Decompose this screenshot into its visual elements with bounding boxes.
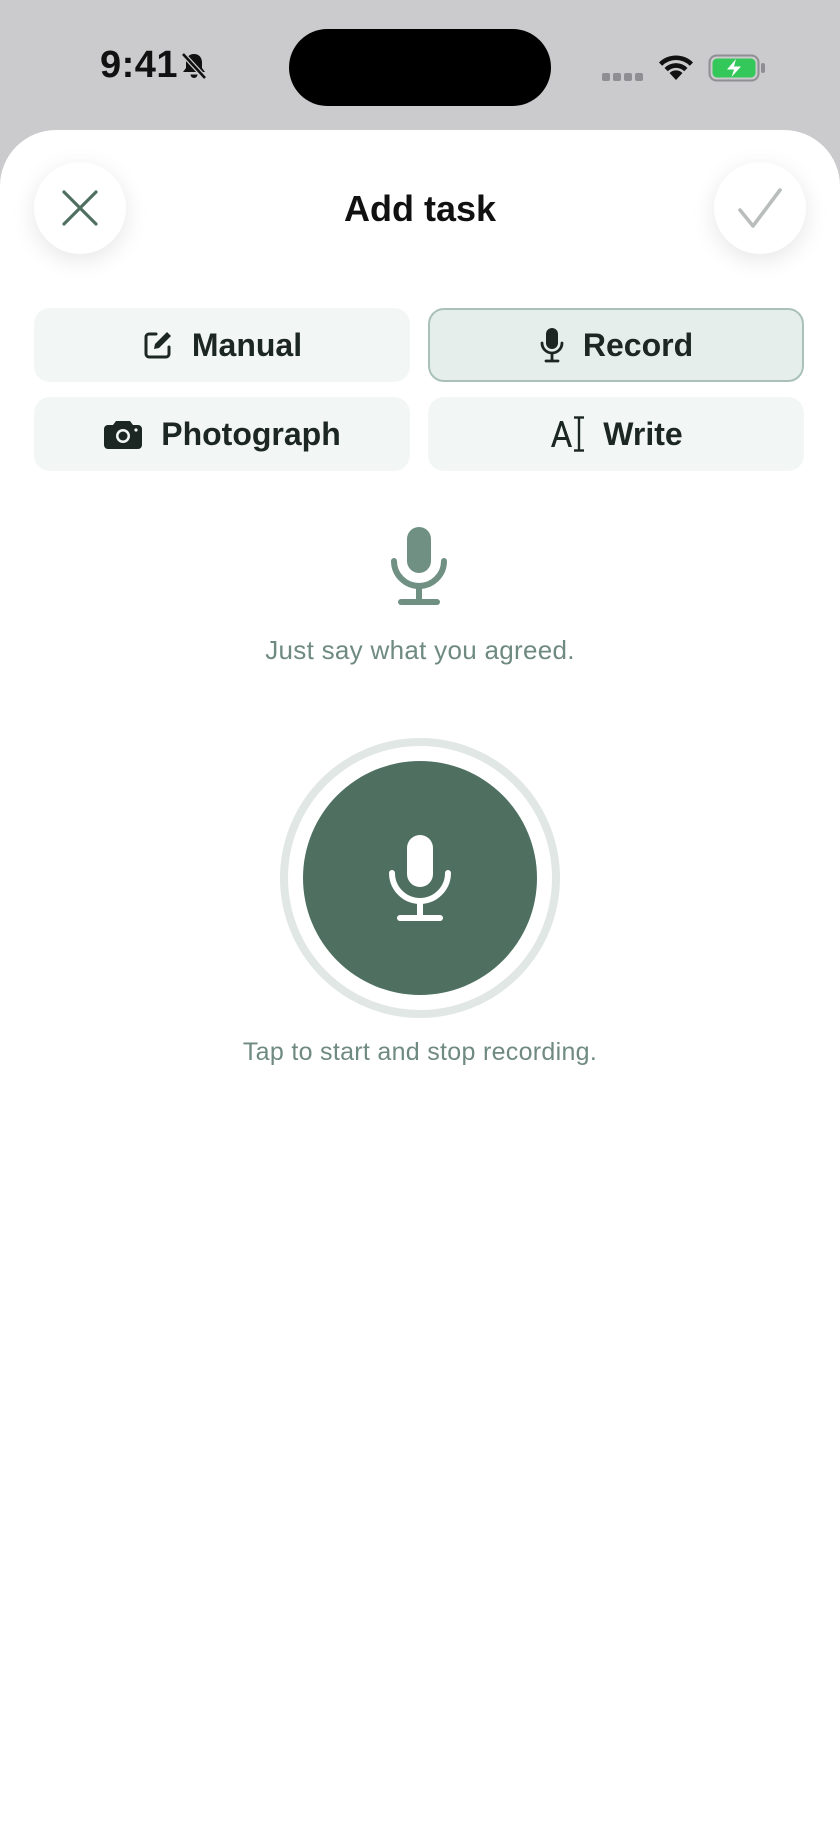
- mode-write-button[interactable]: Write: [428, 397, 804, 471]
- mode-photograph-label: Photograph: [161, 415, 341, 452]
- confirm-button[interactable]: [714, 162, 806, 254]
- battery-charging-icon: [708, 54, 765, 82]
- mode-manual-button[interactable]: Manual: [34, 308, 410, 382]
- microphone-hint-icon: [391, 527, 447, 605]
- input-mode-selector: Manual Record Photograph Write: [34, 308, 806, 473]
- status-time: 9:41: [100, 44, 179, 86]
- add-task-sheet: Add task Manual Record Photograph Write …: [0, 130, 840, 1827]
- record-instruction-text: Tap to start and stop recording.: [242, 1038, 598, 1066]
- cellular-dots-icon: [602, 73, 643, 81]
- camera-icon: [104, 421, 143, 449]
- mode-photograph-button[interactable]: Photograph: [34, 397, 410, 471]
- mode-record-label: Record: [582, 326, 694, 363]
- bell-slash-icon: [181, 52, 207, 80]
- sheet-header: Add task: [0, 130, 840, 290]
- checkmark-icon: [738, 188, 782, 228]
- wifi-icon: [659, 55, 693, 80]
- status-bar: 9:41: [0, 0, 840, 130]
- mode-record-button[interactable]: Record: [428, 308, 804, 382]
- text-cursor-icon: [551, 416, 585, 452]
- mode-write-label: Write: [603, 415, 683, 452]
- record-toggle-button[interactable]: [303, 761, 537, 995]
- edit-icon: [144, 332, 171, 359]
- record-hint-text: Just say what you agreed.: [265, 635, 575, 665]
- microphone-icon: [389, 835, 451, 921]
- mode-manual-label: Manual: [191, 326, 303, 363]
- microphone-icon: [540, 328, 564, 363]
- dynamic-island: [289, 29, 551, 106]
